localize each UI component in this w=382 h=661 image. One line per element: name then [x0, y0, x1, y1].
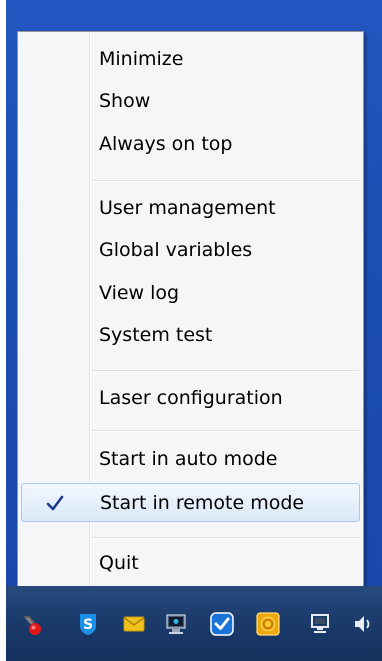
menu-item-start-auto-mode[interactable]: Start in auto mode	[21, 441, 360, 477]
menu-item-view-log[interactable]: View log	[21, 275, 360, 311]
app-tray-icon[interactable]	[20, 612, 44, 636]
context-menu: Minimize Show Always on top User managem…	[17, 31, 364, 616]
menu-item-label: Laser configuration	[99, 387, 283, 409]
menu-item-label: Minimize	[99, 48, 184, 70]
coin-icon[interactable]	[256, 612, 280, 636]
mail-icon[interactable]	[122, 612, 146, 636]
menu-item-laser-configuration[interactable]: Laser configuration	[21, 380, 360, 416]
menu-item-start-remote-mode[interactable]: Start in remote mode	[21, 483, 360, 522]
shield-s-icon[interactable]: S	[76, 612, 100, 636]
sync-icon[interactable]	[210, 612, 234, 636]
menu-item-label: Always on top	[99, 133, 233, 155]
menu-separator	[92, 180, 359, 182]
menu-item-quit[interactable]: Quit	[21, 545, 360, 581]
menu-item-system-test[interactable]: System test	[21, 317, 360, 353]
display-icon[interactable]	[308, 612, 332, 636]
menu-item-label: Quit	[99, 552, 139, 574]
menu-separator	[92, 370, 359, 372]
menu-item-user-management[interactable]: User management	[21, 190, 360, 226]
menu-item-always-on-top[interactable]: Always on top	[21, 126, 360, 162]
menu-item-label: Global variables	[99, 239, 253, 261]
menu-item-show[interactable]: Show	[21, 83, 360, 119]
menu-item-label: Start in remote mode	[100, 491, 305, 514]
menu-item-label: View log	[99, 282, 180, 304]
network-monitor-icon[interactable]	[164, 612, 188, 636]
svg-text:S: S	[83, 617, 93, 633]
checkmark-icon	[46, 495, 64, 510]
speaker-icon[interactable]	[352, 612, 376, 636]
menu-item-label: Start in auto mode	[99, 448, 278, 470]
menu-item-minimize[interactable]: Minimize	[21, 41, 360, 77]
menu-separator	[92, 430, 359, 432]
menu-item-global-variables[interactable]: Global variables	[21, 232, 360, 268]
menu-separator	[92, 537, 359, 539]
menu-item-label: Show	[99, 90, 151, 112]
menu-item-label: System test	[99, 324, 213, 346]
menu-item-label: User management	[99, 197, 276, 219]
